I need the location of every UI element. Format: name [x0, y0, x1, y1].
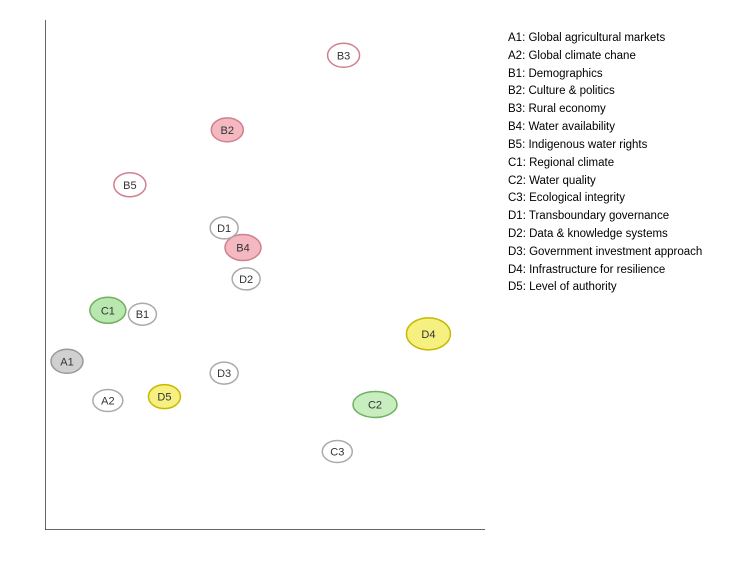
legend-item: D1: Transboundary governance	[508, 208, 742, 226]
legend-item: A2: Global climate chane	[508, 48, 742, 66]
svg-text:D3: D3	[217, 368, 231, 380]
legend-item: B5: Indigenous water rights	[508, 137, 742, 155]
svg-text:C3: C3	[330, 447, 344, 459]
legend-item: C1: Regional climate	[508, 155, 742, 173]
svg-text:B4: B4	[236, 243, 249, 255]
legend-item: D2: Data & knowledge systems	[508, 226, 742, 244]
legend-item: D4: Infrastructure for resilience	[508, 262, 742, 280]
legend: A1: Global agricultural marketsA2: Globa…	[500, 10, 750, 572]
scatter-plot: 02468101214024681012 A1A2B1B2B3B4B5C1C2C…	[45, 20, 485, 530]
legend-item: C3: Ecological integrity	[508, 190, 742, 208]
svg-text:D2: D2	[239, 274, 253, 286]
legend-item: D3: Government investment approach	[508, 244, 742, 262]
svg-text:B1: B1	[136, 309, 149, 321]
legend-item: B4: Water availability	[508, 119, 742, 137]
legend-item: B2: Culture & politics	[508, 83, 742, 101]
svg-text:D1: D1	[217, 223, 231, 235]
svg-text:B3: B3	[337, 50, 350, 62]
svg-text:B2: B2	[221, 125, 234, 137]
chart-area: 02468101214024681012 A1A2B1B2B3B4B5C1C2C…	[10, 10, 500, 570]
svg-text:C1: C1	[101, 305, 115, 317]
svg-text:B5: B5	[123, 180, 136, 192]
legend-item: A1: Global agricultural markets	[508, 30, 742, 48]
svg-text:A2: A2	[101, 396, 114, 408]
legend-item: D5: Level of authority	[508, 279, 742, 297]
legend-item: C2: Water quality	[508, 173, 742, 191]
legend-item: B3: Rural economy	[508, 101, 742, 119]
legend-item: B1: Demographics	[508, 66, 742, 84]
svg-text:D4: D4	[421, 329, 435, 341]
main-container: 02468101214024681012 A1A2B1B2B3B4B5C1C2C…	[0, 0, 750, 582]
svg-text:C2: C2	[368, 399, 382, 411]
svg-text:A1: A1	[60, 356, 73, 368]
svg-text:D5: D5	[157, 392, 171, 404]
